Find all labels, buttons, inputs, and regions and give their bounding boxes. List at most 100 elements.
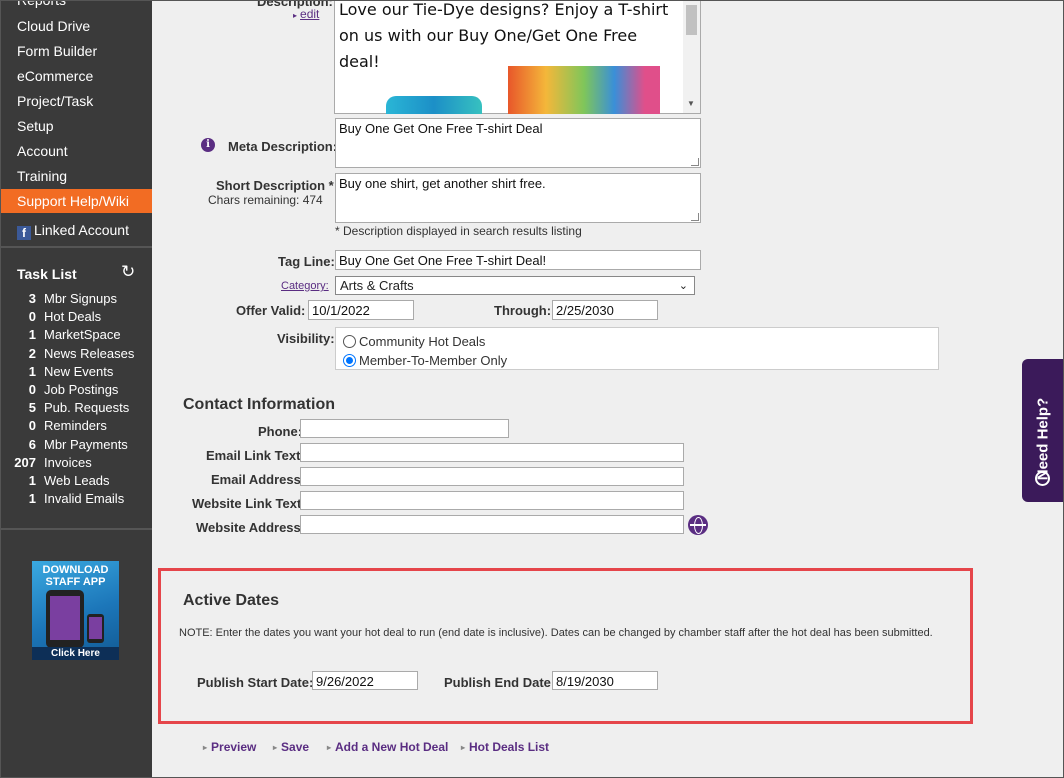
phone-field[interactable] bbox=[300, 419, 509, 438]
through-field[interactable]: 2/25/2030 bbox=[552, 300, 658, 320]
task-row[interactable]: 1 MarketSpace bbox=[0, 326, 152, 344]
tie-dye-shirt-image bbox=[508, 66, 660, 114]
nav-reports[interactable]: Reports bbox=[0, 0, 152, 12]
task-label: New Events bbox=[44, 364, 114, 379]
save-label: Save bbox=[281, 740, 310, 754]
task-count: 0 bbox=[28, 418, 36, 433]
task-label: Hot Deals bbox=[44, 309, 102, 324]
promo-click-here: Click Here bbox=[32, 647, 119, 660]
refresh-icon[interactable]: ↻ bbox=[121, 262, 135, 282]
website-link-text-field[interactable] bbox=[300, 491, 684, 510]
task-row[interactable]: 6 Mbr Payments bbox=[0, 436, 152, 454]
through-label: Through: bbox=[494, 303, 552, 318]
publish-start-field[interactable]: 9/26/2022 bbox=[312, 671, 418, 690]
meta-description-label: Meta Description: bbox=[228, 139, 338, 154]
task-row[interactable]: 0 Job Postings bbox=[0, 381, 152, 399]
radio-label: Community Hot Deals bbox=[359, 334, 486, 349]
need-help-tab[interactable]: Need Help? bbox=[1022, 359, 1064, 502]
short-description-field[interactable]: Buy one shirt, get another shirt free. bbox=[335, 173, 701, 223]
nav-cloud-drive[interactable]: Cloud Drive bbox=[0, 14, 152, 38]
email-link-text-field[interactable] bbox=[300, 443, 684, 462]
task-label: Job Postings bbox=[44, 382, 119, 397]
task-row[interactable]: 3 Mbr Signups bbox=[0, 290, 152, 308]
task-label: MarketSpace bbox=[44, 327, 121, 342]
nav-form-builder[interactable]: Form Builder bbox=[0, 39, 152, 63]
nav-project-task[interactable]: Project/Task bbox=[0, 89, 152, 113]
task-count: 1 bbox=[28, 473, 36, 488]
task-row[interactable]: 5 Pub. Requests bbox=[0, 399, 152, 417]
nav-linked-account[interactable]: f Linked Account bbox=[0, 218, 152, 242]
task-count: 6 bbox=[28, 437, 36, 452]
nav-setup[interactable]: Setup bbox=[0, 114, 152, 138]
offer-valid-value: 10/1/2022 bbox=[312, 303, 370, 318]
task-row[interactable]: 1 New Events bbox=[0, 363, 152, 381]
promo-line-1: DOWNLOAD bbox=[42, 564, 109, 576]
website-address-field[interactable] bbox=[300, 515, 684, 534]
phone-icon bbox=[46, 590, 84, 648]
promo-line-2: STAFF APP bbox=[45, 576, 106, 588]
edit-link-label: edit bbox=[300, 7, 320, 21]
task-count: 3 bbox=[28, 291, 36, 306]
radio-button[interactable] bbox=[343, 335, 356, 348]
need-help-label: Need Help? bbox=[1034, 397, 1052, 481]
through-value: 2/25/2030 bbox=[556, 303, 614, 318]
task-row[interactable]: 1 Web Leads bbox=[0, 472, 152, 490]
task-label: Mbr Payments bbox=[44, 437, 128, 452]
radio-label: Member-To-Member Only bbox=[359, 353, 508, 368]
edit-description-link[interactable]: ▸ edit bbox=[293, 7, 319, 21]
task-label: Mbr Signups bbox=[44, 291, 117, 306]
publish-end-value: 8/19/2030 bbox=[556, 674, 614, 689]
add-new-hot-deal-link[interactable]: ▸ Add a New Hot Deal bbox=[327, 740, 448, 754]
task-count: 1 bbox=[28, 491, 36, 506]
category-link[interactable]: Category: bbox=[281, 280, 329, 292]
meta-description-field[interactable]: Buy One Get One Free T-shirt Deal bbox=[335, 118, 701, 168]
offer-valid-field[interactable]: 10/1/2022 bbox=[308, 300, 414, 320]
task-row[interactable]: 2 News Releases bbox=[0, 345, 152, 363]
radio-community-hot-deals[interactable]: Community Hot Deals bbox=[343, 334, 485, 349]
radio-button-selected[interactable] bbox=[343, 354, 356, 367]
sidebar: Reports Cloud Drive Form Builder eCommer… bbox=[0, 0, 152, 778]
nav-linked-account-label: Linked Account bbox=[34, 222, 129, 238]
hot-deals-list-link[interactable]: ▸ Hot Deals List bbox=[461, 740, 549, 754]
download-staff-app-banner[interactable]: DOWNLOAD STAFF APP Click Here bbox=[32, 561, 119, 660]
email-address-label: Email Address: bbox=[211, 472, 306, 487]
task-row[interactable]: 207 Invoices bbox=[0, 454, 152, 472]
category-select[interactable]: Arts & Crafts ⌄ bbox=[335, 276, 695, 295]
chars-remaining: Chars remaining: 474 bbox=[208, 193, 323, 207]
phone-small-icon bbox=[87, 614, 104, 643]
info-icon[interactable]: i bbox=[201, 138, 215, 152]
nav-support-help-wiki[interactable]: Support Help/Wiki bbox=[0, 189, 152, 213]
active-dates-title: Active Dates bbox=[183, 592, 280, 609]
active-dates-highlight bbox=[158, 568, 973, 724]
task-count: 207 bbox=[14, 455, 36, 470]
nav-training[interactable]: Training bbox=[0, 164, 152, 188]
task-count: 1 bbox=[28, 327, 36, 342]
tag-line-field[interactable]: Buy One Get One Free T-shirt Deal! bbox=[335, 250, 701, 270]
radio-member-to-member[interactable]: Member-To-Member Only bbox=[343, 353, 507, 368]
tag-line-value: Buy One Get One Free T-shirt Deal! bbox=[339, 253, 547, 268]
globe-icon[interactable] bbox=[688, 515, 708, 535]
short-description-hint: * Description displayed in search result… bbox=[335, 224, 582, 238]
nav-account[interactable]: Account bbox=[0, 139, 152, 163]
meta-description-value: Buy One Get One Free T-shirt Deal bbox=[339, 121, 543, 136]
contact-information-title: Contact Information bbox=[183, 396, 335, 413]
preview-link[interactable]: ▸ Preview bbox=[203, 740, 256, 754]
email-address-field[interactable] bbox=[300, 467, 684, 486]
publish-end-field[interactable]: 8/19/2030 bbox=[552, 671, 658, 690]
task-row[interactable]: 0 Reminders bbox=[0, 417, 152, 435]
short-description-value: Buy one shirt, get another shirt free. bbox=[339, 176, 546, 191]
task-row[interactable]: 0 Hot Deals bbox=[0, 308, 152, 326]
chevron-down-icon: ⌄ bbox=[678, 280, 688, 292]
task-row[interactable]: 1 Invalid Emails bbox=[0, 490, 152, 508]
preview-label: Preview bbox=[211, 740, 257, 754]
description-scrollbar[interactable]: ▼ bbox=[683, 0, 700, 113]
task-list-title: Task List bbox=[17, 266, 77, 282]
hot-deals-list-label: Hot Deals List bbox=[469, 740, 550, 754]
task-count: 2 bbox=[28, 346, 36, 361]
task-label: Pub. Requests bbox=[44, 400, 130, 415]
offer-valid-label: Offer Valid: bbox=[236, 303, 306, 318]
task-count: 0 bbox=[28, 309, 36, 324]
visibility-options: Community Hot Deals Member-To-Member Onl… bbox=[335, 327, 939, 370]
save-link[interactable]: ▸ Save bbox=[273, 740, 309, 754]
nav-ecommerce[interactable]: eCommerce bbox=[0, 64, 152, 88]
